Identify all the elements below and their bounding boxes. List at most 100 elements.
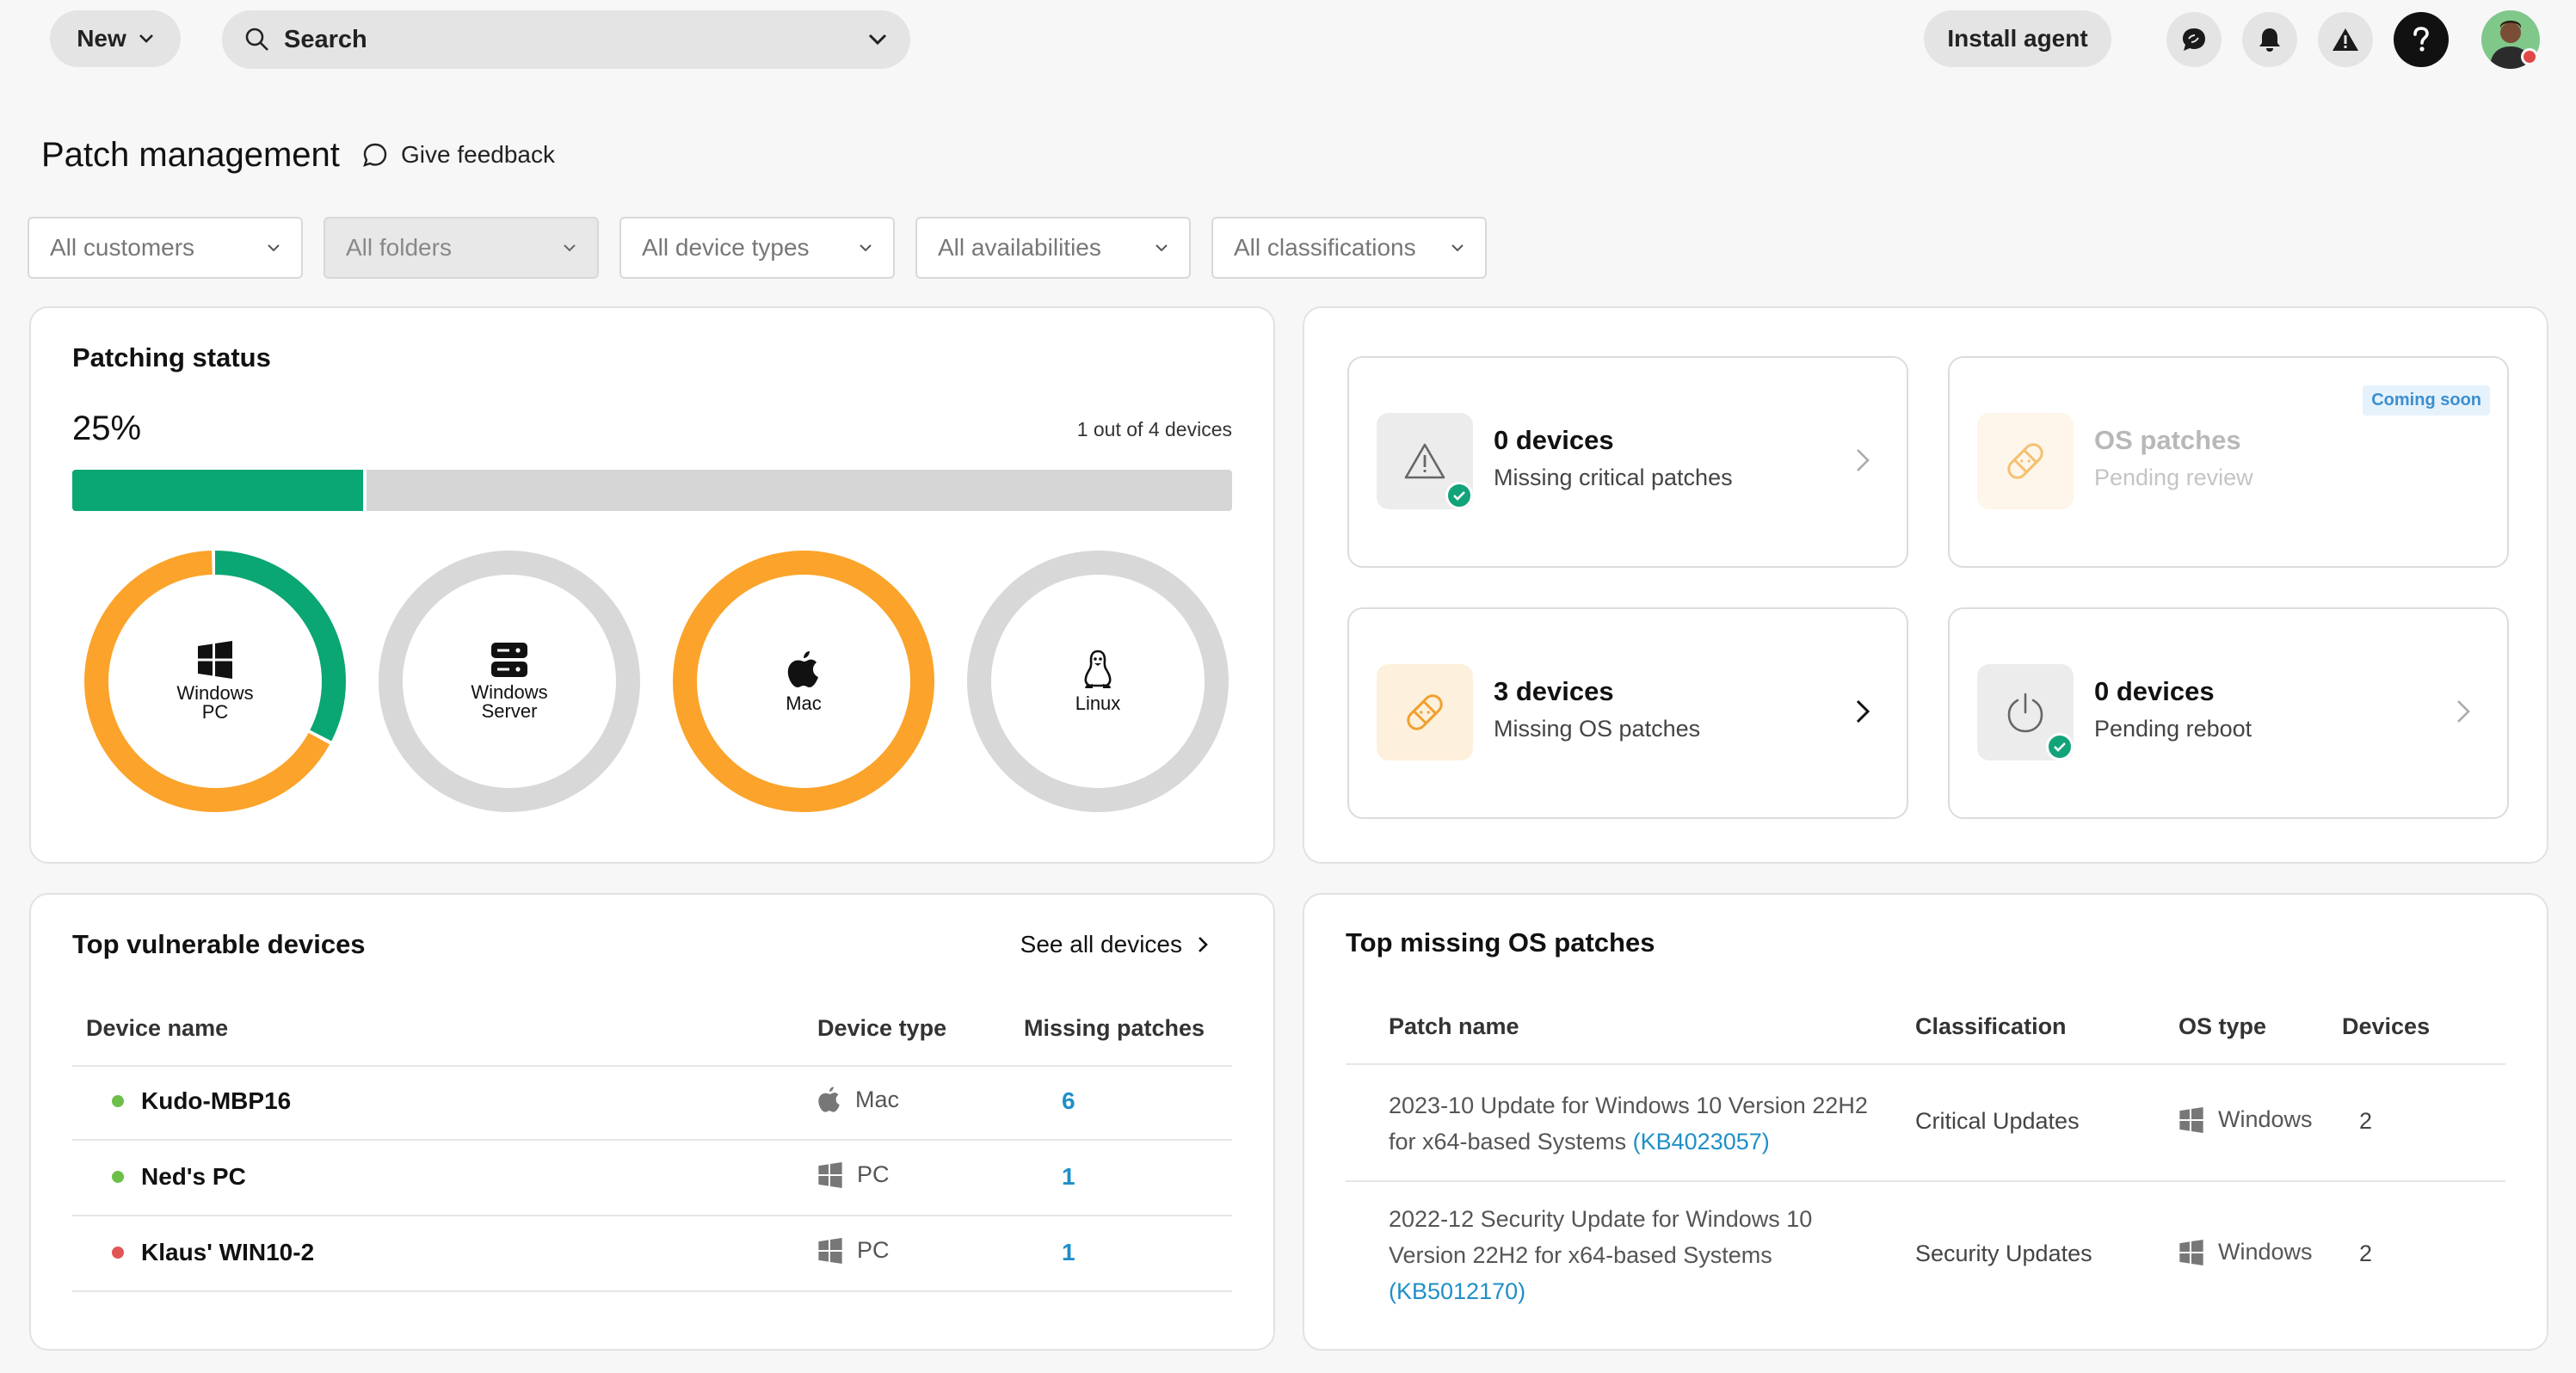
filter-customers[interactable]: All customers [28, 217, 303, 279]
card-pending-reboot[interactable]: 0 devices Pending reboot [1948, 607, 2509, 819]
filter-label: All device types [642, 234, 810, 261]
column-header-missing-patches[interactable]: Missing patches [1024, 1015, 1205, 1042]
help-icon [2413, 27, 2429, 52]
card-subtitle: Missing critical patches [1494, 465, 1733, 490]
donut-mac[interactable]: Mac [673, 551, 934, 812]
row-divider [1346, 1063, 2505, 1065]
new-button-label: New [77, 25, 126, 52]
donut-center: Windows Server [379, 551, 640, 812]
check-icon [1453, 491, 1465, 501]
patching-progress-fill [72, 470, 363, 511]
comment-icon [363, 143, 387, 167]
vulnerable-title: Top vulnerable devices [72, 929, 366, 959]
card-missing-os-patches[interactable]: 3 devices Missing OS patches [1347, 607, 1908, 819]
chat-button[interactable] [2166, 12, 2222, 67]
filter-label: All customers [50, 234, 195, 261]
donut-windows-server[interactable]: Windows Server [379, 551, 640, 812]
help-button[interactable] [2394, 12, 2449, 67]
top-missing-patches-panel: Top missing OS patches Patch name Classi… [1303, 893, 2548, 1351]
missing-patches-count[interactable]: 6 [1062, 1087, 1075, 1115]
top-bar: New Search Install agent [0, 0, 2576, 79]
chevron-down-icon [564, 244, 576, 252]
device-type-cell: Mac [817, 1086, 899, 1113]
patching-progress-gap [363, 470, 367, 511]
status-dot [112, 1095, 124, 1107]
devices-count: 2 [2359, 1241, 2373, 1266]
filter-availabilities[interactable]: All availabilities [915, 217, 1191, 279]
install-agent-button[interactable]: Install agent [1924, 10, 2111, 67]
windows-icon [2179, 1239, 2203, 1265]
card-missing-critical[interactable]: 0 devices Missing critical patches [1347, 356, 1908, 568]
status-dot [112, 1247, 124, 1259]
chevron-right-icon [1199, 937, 1208, 952]
table-row-device-name[interactable]: Ned's PC [112, 1163, 246, 1191]
kb-link[interactable]: (KB5012170) [1389, 1278, 1525, 1304]
see-all-devices-link[interactable]: See all devices [1020, 931, 1208, 958]
page-title: Patch management [41, 136, 340, 174]
column-header-device-type[interactable]: Device type [817, 1015, 946, 1042]
table-row-patch-name: 2022-12 Security Update for Windows 10 V… [1389, 1201, 1888, 1309]
missing-title: Top missing OS patches [1346, 927, 1655, 957]
card-os-patches-review: Coming soon OS patches Pending review [1948, 356, 2509, 568]
chat-icon [2183, 28, 2205, 51]
give-feedback-link[interactable]: Give feedback [361, 141, 555, 169]
see-all-label: See all devices [1020, 931, 1182, 957]
new-button[interactable]: New [50, 10, 181, 67]
bell-icon [2259, 28, 2280, 52]
device-type: Mac [855, 1086, 900, 1112]
column-header-classification[interactable]: Classification [1915, 1013, 2067, 1040]
patch-title: 2022-12 Security Update for Windows 10 V… [1389, 1206, 1813, 1268]
donut-windows-pc[interactable]: Windows PC [84, 551, 346, 812]
kb-link[interactable]: (KB4023057) [1633, 1129, 1770, 1154]
donut-label: Mac [786, 693, 822, 714]
windows-icon [818, 1161, 842, 1188]
missing-patches-count[interactable]: 1 [1062, 1163, 1075, 1191]
filter-label: All classifications [1234, 234, 1416, 261]
patching-status-panel: Patching status 25% 1 out of 4 devices W… [29, 306, 1275, 864]
filter-classifications[interactable]: All classifications [1211, 217, 1487, 279]
notifications-button[interactable] [2242, 12, 2297, 67]
donut-label: Windows PC [176, 682, 254, 723]
device-name: Klaus' WIN10-2 [141, 1239, 315, 1265]
search-label: Search [284, 25, 367, 53]
device-type-cell: PC [817, 1161, 890, 1188]
chevron-down-icon [268, 244, 280, 252]
give-feedback-label: Give feedback [401, 141, 555, 168]
check-badge [1445, 482, 1473, 509]
column-header-os-type[interactable]: OS type [2179, 1013, 2266, 1040]
card-title: 0 devices [1494, 425, 1614, 455]
card-subtitle: Pending reboot [2094, 716, 2252, 742]
warning-outline-icon [1404, 443, 1445, 479]
chevron-down-icon[interactable] [867, 33, 888, 46]
card-icon-box [1377, 664, 1473, 760]
status-dot [2521, 48, 2538, 65]
warning-icon [2333, 28, 2358, 51]
bandage-icon [2007, 443, 2043, 479]
column-header-patch-name[interactable]: Patch name [1389, 1013, 1519, 1040]
chevron-right-icon [1857, 449, 1870, 471]
table-row-device-name[interactable]: Kudo-MBP16 [112, 1087, 291, 1115]
chevron-down-icon [1156, 244, 1168, 252]
os-type: Windows [2218, 1106, 2313, 1132]
missing-patches-count[interactable]: 1 [1062, 1239, 1075, 1266]
filter-folders[interactable]: All folders [324, 217, 599, 279]
chevron-down-icon [1451, 244, 1464, 252]
search-icon [245, 28, 268, 51]
install-agent-label: Install agent [1947, 25, 2088, 52]
donut-linux[interactable]: Linux [967, 551, 1229, 812]
filter-label: All availabilities [938, 234, 1101, 261]
row-divider [72, 1065, 1232, 1067]
device-type: PC [857, 1237, 890, 1263]
table-row-device-name[interactable]: Klaus' WIN10-2 [112, 1239, 314, 1266]
search-bar[interactable]: Search [222, 10, 910, 69]
alerts-button[interactable] [2318, 12, 2373, 67]
column-header-devices[interactable]: Devices [2342, 1013, 2430, 1040]
server-icon [491, 643, 527, 677]
row-divider [72, 1215, 1232, 1216]
column-header-device-name[interactable]: Device name [86, 1015, 228, 1042]
status-dot [112, 1171, 124, 1183]
chevron-right-icon [2457, 700, 2470, 723]
top-vulnerable-devices-panel: Top vulnerable devices See all devices D… [29, 893, 1275, 1351]
filter-device-types[interactable]: All device types [619, 217, 895, 279]
device-type-cell: PC [817, 1237, 890, 1264]
